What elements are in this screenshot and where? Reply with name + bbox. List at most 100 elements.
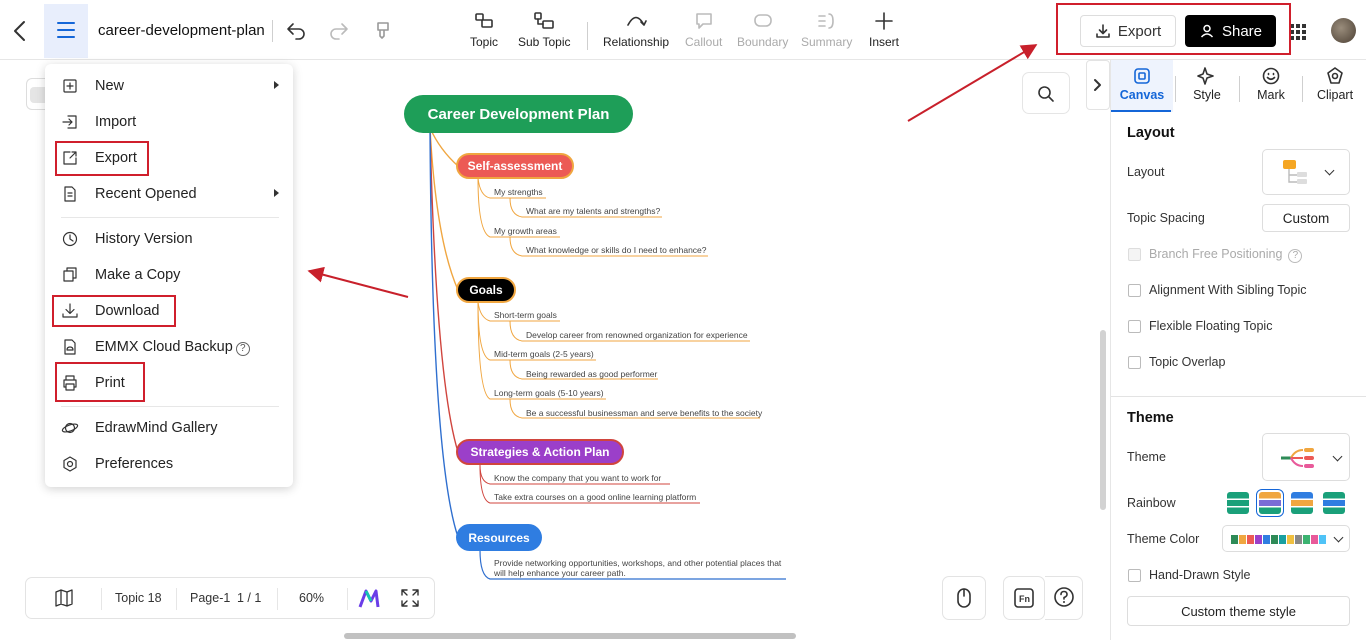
theme-color-swatch — [1303, 535, 1310, 544]
ai-logo-icon[interactable] — [357, 588, 381, 610]
fullscreen-icon[interactable] — [400, 588, 420, 608]
map-outline-icon[interactable] — [54, 589, 74, 607]
menu-divider — [61, 217, 279, 218]
menu-item-label: Import — [95, 114, 137, 130]
settings-icon — [63, 456, 77, 472]
avatar[interactable] — [1331, 18, 1356, 43]
zoom-level[interactable]: 60% — [299, 591, 324, 605]
smiley-icon — [1262, 67, 1280, 85]
mindmap-subtopic[interactable]: My growth areas — [494, 226, 557, 236]
mindmap-subtopic[interactable]: Provide networking opportunities, worksh… — [494, 558, 781, 568]
rainbow-option-4[interactable] — [1323, 492, 1345, 514]
mouse-icon — [957, 588, 971, 608]
active-tab-indicator — [1111, 110, 1171, 112]
menu-item-history-version[interactable]: History Version — [45, 222, 293, 258]
menu-item-emmx-cloud-backup[interactable]: EMMX Cloud Backup? — [45, 330, 293, 366]
divider — [1302, 76, 1303, 102]
new-file-icon — [63, 79, 77, 93]
search-button[interactable] — [1022, 72, 1070, 114]
import-icon — [62, 115, 77, 129]
theme-color-swatches — [1231, 535, 1326, 544]
mindmap-subtopic[interactable]: What knowledge or skills do I need to en… — [526, 245, 707, 255]
page-selector[interactable]: Page-1 — [190, 591, 230, 605]
menu-item-new[interactable]: New — [45, 69, 293, 105]
copy-icon — [63, 267, 77, 282]
alignment-sibling-checkbox[interactable] — [1128, 284, 1141, 297]
menu-item-recent-opened[interactable]: Recent Opened — [45, 177, 293, 213]
menu-item-import[interactable]: Import — [45, 105, 293, 141]
recent-file-icon — [64, 186, 76, 202]
mindmap-subtopic[interactable]: What are my talents and strengths? — [526, 206, 660, 216]
mindmap-branch-resources[interactable]: Resources — [456, 524, 542, 551]
rainbow-option-3[interactable] — [1291, 492, 1313, 514]
checkbox-label-text: Branch Free Positioning — [1149, 247, 1283, 261]
divider — [277, 588, 278, 610]
menu-item-edrawmind-gallery[interactable]: EdrawMind Gallery — [45, 411, 293, 447]
divider — [1239, 76, 1240, 102]
branch-free-positioning-label: Branch Free Positioning? — [1149, 247, 1303, 263]
menu-divider — [61, 406, 279, 407]
theme-color-swatch — [1279, 535, 1286, 544]
help-button[interactable] — [1045, 576, 1083, 620]
cloud-backup-icon — [64, 339, 76, 355]
topic-spacing-custom-button[interactable]: Custom — [1262, 204, 1350, 232]
menu-item-make-a-copy[interactable]: Make a Copy — [45, 258, 293, 294]
submenu-arrow-icon — [274, 81, 279, 89]
rainbow-option-1[interactable] — [1227, 492, 1249, 514]
tab-label: Mark — [1257, 88, 1285, 102]
theme-label: Theme — [1127, 450, 1166, 464]
mindmap-subtopic[interactable]: Mid-term goals (2-5 years) — [494, 349, 594, 359]
mindmap-subtopic[interactable]: Being rewarded as good performer — [526, 369, 657, 379]
rainbow-option-2[interactable] — [1256, 489, 1284, 517]
mindmap-subtopic[interactable]: Short-term goals — [494, 310, 557, 320]
branch-free-positioning-checkbox[interactable] — [1128, 248, 1141, 261]
mindmap-branch-self-assessment[interactable]: Self-assessment — [456, 153, 574, 179]
rainbow-label: Rainbow — [1127, 496, 1176, 510]
theme-color-label: Theme Color — [1127, 532, 1200, 546]
divider — [347, 588, 348, 610]
function-button[interactable]: Fn — [1003, 576, 1045, 620]
layout-section-title: Layout — [1127, 125, 1175, 141]
theme-color-dropdown[interactable] — [1222, 525, 1350, 552]
mindmap-subtopic[interactable]: will help enhance your career path. — [494, 568, 626, 578]
menu-item-label: New — [95, 78, 125, 94]
annotation-highlight-box — [55, 362, 145, 402]
right-panel: Canvas Style Mark Clipart — [1110, 60, 1366, 640]
mindmap-branch-goals[interactable]: Goals — [456, 277, 516, 303]
mindmap-subtopic[interactable]: Develop career from renowned organizatio… — [526, 330, 748, 340]
flexible-floating-checkbox[interactable] — [1128, 320, 1141, 333]
apps-grid-icon[interactable] — [1289, 23, 1307, 41]
mindmap-root-topic[interactable]: Career Development Plan — [404, 95, 633, 133]
menu-item-preferences[interactable]: Preferences — [45, 447, 293, 483]
theme-color-swatch — [1319, 535, 1326, 544]
topic-overlap-checkbox[interactable] — [1128, 356, 1141, 369]
theme-color-swatch — [1295, 535, 1302, 544]
mindmap-subtopic[interactable]: Take extra courses on a good online lear… — [494, 492, 696, 502]
horizontal-scrollbar[interactable] — [344, 633, 796, 639]
function-icon: Fn — [1014, 588, 1034, 608]
svg-text:Fn: Fn — [1019, 594, 1030, 604]
layout-dropdown[interactable] — [1262, 149, 1350, 195]
mindmap-subtopic[interactable]: My strengths — [494, 187, 543, 197]
divider — [176, 588, 177, 610]
tab-style[interactable]: Style — [1177, 60, 1237, 112]
vertical-scrollbar[interactable] — [1100, 330, 1106, 510]
theme-dropdown[interactable] — [1262, 433, 1350, 481]
mindmap-branch-strategies[interactable]: Strategies & Action Plan — [456, 439, 624, 465]
tab-canvas[interactable]: Canvas — [1111, 60, 1173, 112]
theme-color-swatch — [1271, 535, 1278, 544]
mindmap-subtopic[interactable]: Long-term goals (5-10 years) — [494, 388, 604, 398]
chevron-down-icon — [1324, 165, 1335, 176]
custom-theme-style-button[interactable]: Custom theme style — [1127, 596, 1350, 626]
tab-clipart[interactable]: Clipart — [1305, 60, 1365, 112]
mindmap-subtopic[interactable]: Be a successful businessman and serve be… — [526, 408, 762, 418]
panel-collapse-button[interactable] — [1086, 60, 1110, 110]
file-menu: New Import Export Recent Opened History … — [45, 64, 293, 487]
help-icon[interactable]: ? — [1288, 249, 1303, 263]
page-count: 1 / 1 — [237, 591, 262, 605]
mouse-mode-button[interactable] — [942, 576, 986, 620]
tab-mark[interactable]: Mark — [1241, 60, 1301, 112]
hand-drawn-checkbox[interactable] — [1128, 569, 1141, 582]
help-icon[interactable]: ? — [235, 342, 250, 356]
mindmap-subtopic[interactable]: Know the company that you want to work f… — [494, 473, 661, 483]
